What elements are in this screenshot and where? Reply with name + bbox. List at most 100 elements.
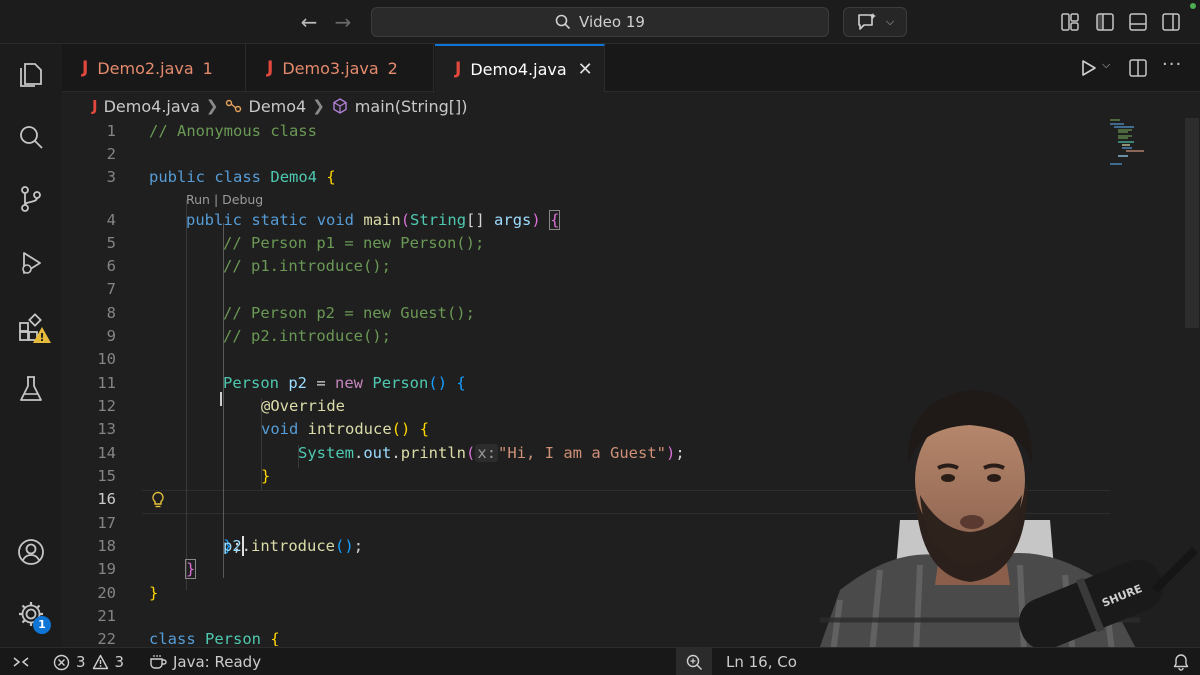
line-number: 14: [97, 444, 116, 462]
java-file-icon: J: [455, 59, 462, 79]
accounts-icon[interactable]: [16, 537, 46, 567]
type-name: Person: [372, 374, 429, 392]
code-line: 4 public static void main(String[] args) …: [62, 209, 1182, 232]
parameter-hint: x:: [475, 444, 499, 462]
code-line: 5 // Person p1 = new Person();: [62, 232, 1182, 255]
mouse-ibeam-cursor: [220, 392, 222, 406]
line-number: 9: [106, 327, 116, 345]
remote-indicator[interactable]: [12, 648, 30, 675]
class-name: Demo4: [270, 168, 318, 186]
tab-label: Demo2.java: [97, 58, 194, 78]
zoom-in-icon: [686, 654, 702, 670]
search-icon: [555, 14, 571, 30]
java-status-text: Java: Ready: [173, 653, 262, 671]
codelens-run-debug[interactable]: Run | Debug: [186, 192, 263, 207]
toggle-secondary-sidebar-icon[interactable]: [1161, 12, 1181, 32]
line-number: 2: [106, 145, 116, 163]
line-number: 7: [106, 280, 116, 298]
notifications-bell-icon[interactable]: [1172, 653, 1190, 671]
line-number: 16: [97, 490, 116, 508]
tab-demo4[interactable]: J Demo4.java ✕: [435, 44, 605, 92]
copilot-chat-button[interactable]: ⌵: [843, 7, 907, 37]
tab-demo2[interactable]: J Demo2.java 1: [62, 44, 246, 92]
search-icon[interactable]: [16, 122, 46, 152]
presenter-webcam-image: SHURE: [810, 390, 1198, 675]
breadcrumb: J Demo4.java ❯ Demo4 ❯ main(String[]): [92, 94, 468, 118]
method-name: introduce: [251, 537, 336, 555]
explorer-files-icon[interactable]: [16, 60, 46, 90]
java-status[interactable]: Java: Ready: [149, 648, 261, 675]
command-center-search[interactable]: Video 19: [371, 7, 829, 37]
run-debug-icon[interactable]: [16, 248, 46, 278]
toggle-primary-sidebar-icon[interactable]: [1095, 12, 1115, 32]
coffee-cup-icon: [150, 655, 167, 669]
keyword: public: [149, 168, 205, 186]
method-symbol-icon: [333, 98, 347, 114]
problems-indicator[interactable]: 3 3: [53, 648, 124, 675]
settings-update-badge: 1: [33, 616, 51, 634]
testing-flask-icon[interactable]: [16, 374, 46, 404]
activity-bar: ! 1: [0, 44, 62, 647]
chevron-down-icon: ⌵: [885, 15, 895, 28]
forward-arrow-icon[interactable]: →: [331, 10, 355, 34]
line-number: 4: [106, 211, 116, 229]
cursor-position-text: Ln 16, Co: [726, 653, 797, 671]
line-number: 20: [97, 584, 116, 602]
brace: }: [184, 559, 197, 579]
toggle-panel-icon[interactable]: [1128, 12, 1148, 32]
java-file-icon: J: [92, 97, 98, 115]
tab-problem-count: 2: [387, 58, 398, 78]
chat-sparkle-icon: [858, 13, 876, 30]
more-actions-icon[interactable]: ···: [1162, 54, 1182, 75]
string-literal: "Hi, I am a Guest": [498, 444, 667, 462]
error-icon: [53, 654, 70, 670]
warning-icon: [92, 654, 108, 670]
keyword: void: [316, 211, 355, 229]
method-name: main: [363, 211, 401, 229]
comment: // p2.introduce();: [223, 327, 391, 345]
code-line: 2: [62, 143, 1182, 166]
line-number: 10: [97, 350, 116, 368]
extensions-icon[interactable]: !: [16, 312, 52, 348]
variable: p2: [223, 537, 242, 555]
brace: }: [261, 467, 271, 485]
parameter: args: [494, 211, 532, 229]
breadcrumb-method[interactable]: main(String[]): [355, 97, 468, 116]
breadcrumb-file[interactable]: Demo4.java: [104, 97, 200, 116]
customize-layout-icon[interactable]: [1060, 12, 1080, 32]
run-options-chevron-icon[interactable]: ⌵: [1102, 58, 1110, 72]
breadcrumb-class[interactable]: Demo4: [249, 97, 307, 116]
line-number: 15: [97, 467, 116, 485]
keyword: static: [251, 211, 308, 229]
run-play-icon[interactable]: [1079, 59, 1097, 77]
line-number: 1: [106, 122, 116, 140]
cursor-position[interactable]: Ln 16, Co: [726, 648, 797, 675]
status-bar: 3 3 Java: Ready Ln 16, Co: [0, 647, 1200, 675]
zoom-indicator[interactable]: [676, 648, 712, 675]
minimap[interactable]: [1108, 118, 1158, 168]
class-name: Person: [205, 630, 262, 646]
line-number: 18: [97, 537, 116, 555]
keyword: public: [186, 211, 242, 229]
source-control-icon[interactable]: [16, 184, 46, 214]
close-icon[interactable]: ✕: [578, 59, 593, 80]
tab-demo3[interactable]: J Demo3.java 2: [247, 44, 434, 92]
keyword: void: [261, 420, 299, 438]
back-arrow-icon[interactable]: ←: [297, 10, 321, 34]
lightbulb-icon[interactable]: [150, 491, 166, 509]
remote-icon: [13, 657, 29, 667]
line-number: 17: [97, 514, 116, 532]
line-number: 11: [97, 374, 116, 392]
scrollbar-thumb[interactable]: [1185, 118, 1199, 328]
title-bar: ← → Video 19 ⌵: [0, 0, 1200, 44]
line-number: 8: [106, 304, 116, 322]
keyword: new: [335, 374, 364, 392]
warning-icon: !: [33, 327, 51, 344]
tab-label: Demo3.java: [282, 58, 379, 78]
warning-count: 3: [114, 653, 125, 671]
code-line: 9 // p2.introduce();: [62, 325, 1182, 348]
line-number: 19: [97, 560, 116, 578]
split-editor-icon[interactable]: [1128, 58, 1148, 78]
code-line: 6 // p1.introduce();: [62, 255, 1182, 278]
chevron-right-icon: ❯: [312, 97, 325, 115]
